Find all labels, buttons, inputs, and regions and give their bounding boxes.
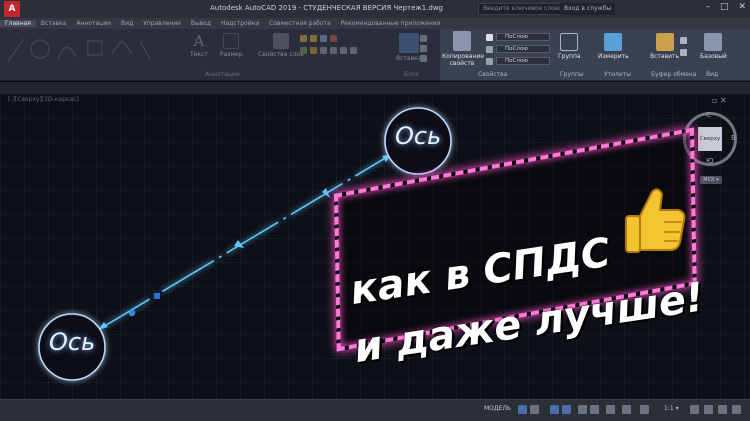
fullscreen-icon[interactable] — [718, 405, 727, 414]
grid-icon[interactable] — [518, 405, 527, 414]
autocad-window: A Autodesk AutoCAD 2019 - СТУДЕНЧЕСКАЯ В… — [0, 0, 750, 421]
osnap-icon[interactable] — [578, 405, 587, 414]
compass-south[interactable]: Ю — [706, 157, 714, 165]
otrack-icon[interactable] — [590, 405, 599, 414]
grip-point[interactable] — [128, 309, 136, 317]
workspace-gear-icon[interactable] — [690, 405, 699, 414]
lineweight-toggle-icon[interactable] — [606, 405, 615, 414]
annotation-scale-dropdown[interactable]: 1:1 ▾ — [664, 405, 679, 412]
status-bar: МОДЕЛЬ 1:1 ▾ — [0, 399, 750, 421]
compass-north[interactable]: С — [706, 111, 711, 119]
polar-icon[interactable] — [562, 405, 571, 414]
annotation-visibility-icon[interactable] — [640, 405, 649, 414]
model-space-toggle[interactable]: МОДЕЛЬ — [484, 405, 511, 412]
isolate-objects-icon[interactable] — [704, 405, 713, 414]
wcs-menu[interactable]: МСК ▾ — [700, 176, 722, 184]
snap-icon[interactable] — [530, 405, 539, 414]
axis-label-bottom: Ось — [49, 328, 96, 356]
compass-east[interactable]: В — [731, 134, 736, 142]
customize-menu-icon[interactable] — [732, 405, 741, 414]
ortho-icon[interactable] — [550, 405, 559, 414]
viewcube-top-face[interactable]: Сверху — [698, 127, 722, 151]
grip-square[interactable] — [154, 293, 160, 299]
grip-arrow-icon[interactable] — [322, 188, 330, 198]
annotation-scale-icon[interactable] — [622, 405, 631, 414]
axis-label-top: Ось — [395, 122, 442, 150]
thumbs-up-icon — [625, 188, 686, 253]
